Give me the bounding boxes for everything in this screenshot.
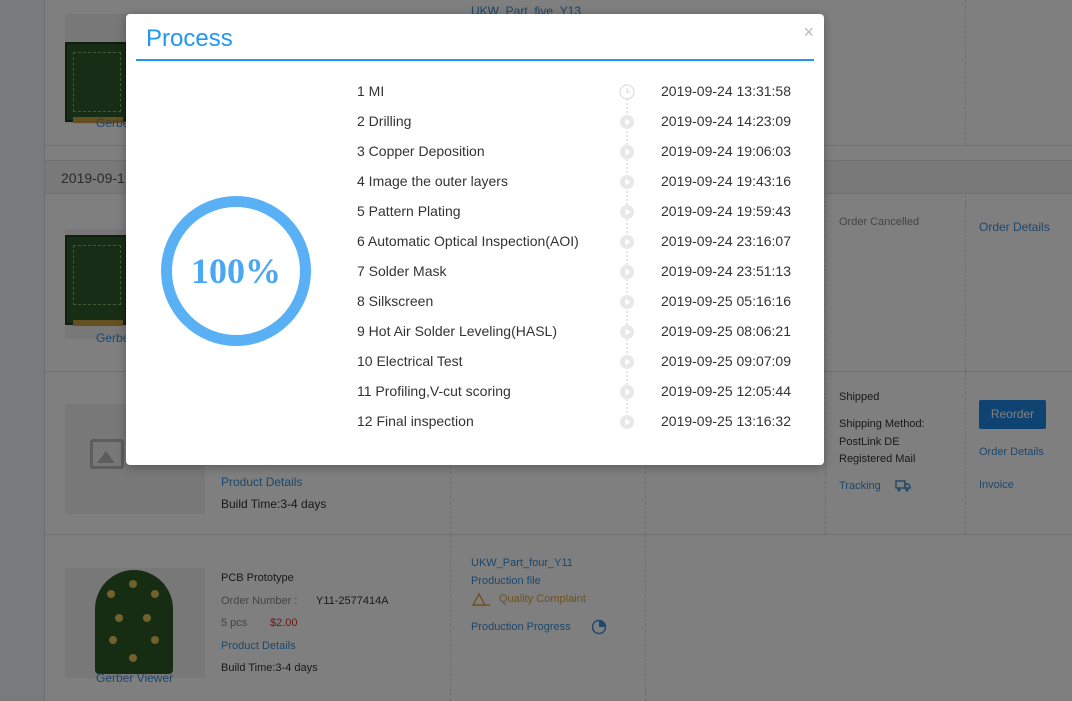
process-step: 4 Image the outer layers 2019-09-24 19:43…: [357, 171, 807, 201]
step-play-icon: [619, 174, 635, 190]
process-step: 9 Hot Air Solder Leveling(HASL) 2019-09-2…: [357, 321, 807, 351]
step-name: 6 Automatic Optical Inspection(AOI): [357, 233, 579, 249]
process-step: 12 Final inspection 2019-09-25 13:16:32: [357, 411, 807, 441]
step-time: 2019-09-25 08:06:21: [661, 323, 791, 339]
process-step: 7 Solder Mask 2019-09-24 23:51:13: [357, 261, 807, 291]
step-time: 2019-09-24 23:16:07: [661, 233, 791, 249]
step-play-icon: [619, 264, 635, 280]
step-name: 11 Profiling,V-cut scoring: [357, 383, 511, 399]
close-icon[interactable]: ×: [803, 22, 814, 43]
step-name: 3 Copper Deposition: [357, 143, 485, 159]
step-name: 5 Pattern Plating: [357, 203, 461, 219]
process-modal: Process × 100% 1 MI 2019-09-24 13:31:58 2 …: [126, 14, 824, 465]
step-name: 10 Electrical Test: [357, 353, 463, 369]
step-time: 2019-09-24 19:06:03: [661, 143, 791, 159]
progress-ring: 100%: [161, 196, 311, 346]
step-time: 2019-09-24 13:31:58: [661, 83, 791, 99]
process-step: 2 Drilling 2019-09-24 14:23:09: [357, 111, 807, 141]
progress-percent: 100%: [191, 251, 281, 291]
step-time: 2019-09-24 19:43:16: [661, 173, 791, 189]
step-play-icon: [619, 414, 635, 430]
step-play-icon: [619, 144, 635, 160]
title-divider: [136, 59, 814, 61]
step-play-icon: [619, 234, 635, 250]
step-time: 2019-09-24 23:51:13: [661, 263, 791, 279]
process-step: 1 MI 2019-09-24 13:31:58: [357, 81, 807, 111]
process-step: 3 Copper Deposition 2019-09-24 19:06:03: [357, 141, 807, 171]
step-play-icon: [619, 294, 635, 310]
step-time: 2019-09-25 13:16:32: [661, 413, 791, 429]
process-step: 10 Electrical Test 2019-09-25 09:07:09: [357, 351, 807, 381]
step-name: 4 Image the outer layers: [357, 173, 508, 189]
modal-title: Process: [146, 25, 233, 52]
step-time: 2019-09-25 12:05:44: [661, 383, 791, 399]
step-name: 8 Silkscreen: [357, 293, 434, 309]
process-step: 6 Automatic Optical Inspection(AOI) 2019-…: [357, 231, 807, 261]
step-name: 9 Hot Air Solder Leveling(HASL): [357, 323, 557, 339]
step-name: 2 Drilling: [357, 113, 412, 129]
step-time: 2019-09-24 14:23:09: [661, 113, 791, 129]
step-clock-icon: [619, 84, 635, 100]
step-time: 2019-09-25 09:07:09: [661, 353, 791, 369]
step-name: 1 MI: [357, 83, 385, 99]
step-time: 2019-09-24 19:59:43: [661, 203, 791, 219]
step-play-icon: [619, 324, 635, 340]
step-time: 2019-09-25 05:16:16: [661, 293, 791, 309]
step-play-icon: [619, 384, 635, 400]
step-play-icon: [619, 354, 635, 370]
process-step: 5 Pattern Plating 2019-09-24 19:59:43: [357, 201, 807, 231]
step-play-icon: [619, 114, 635, 130]
step-play-icon: [619, 204, 635, 220]
process-step: 11 Profiling,V-cut scoring 2019-09-25 12:…: [357, 381, 807, 411]
process-step: 8 Silkscreen 2019-09-25 05:16:16: [357, 291, 807, 321]
step-name: 7 Solder Mask: [357, 263, 447, 279]
step-name: 12 Final inspection: [357, 413, 474, 429]
